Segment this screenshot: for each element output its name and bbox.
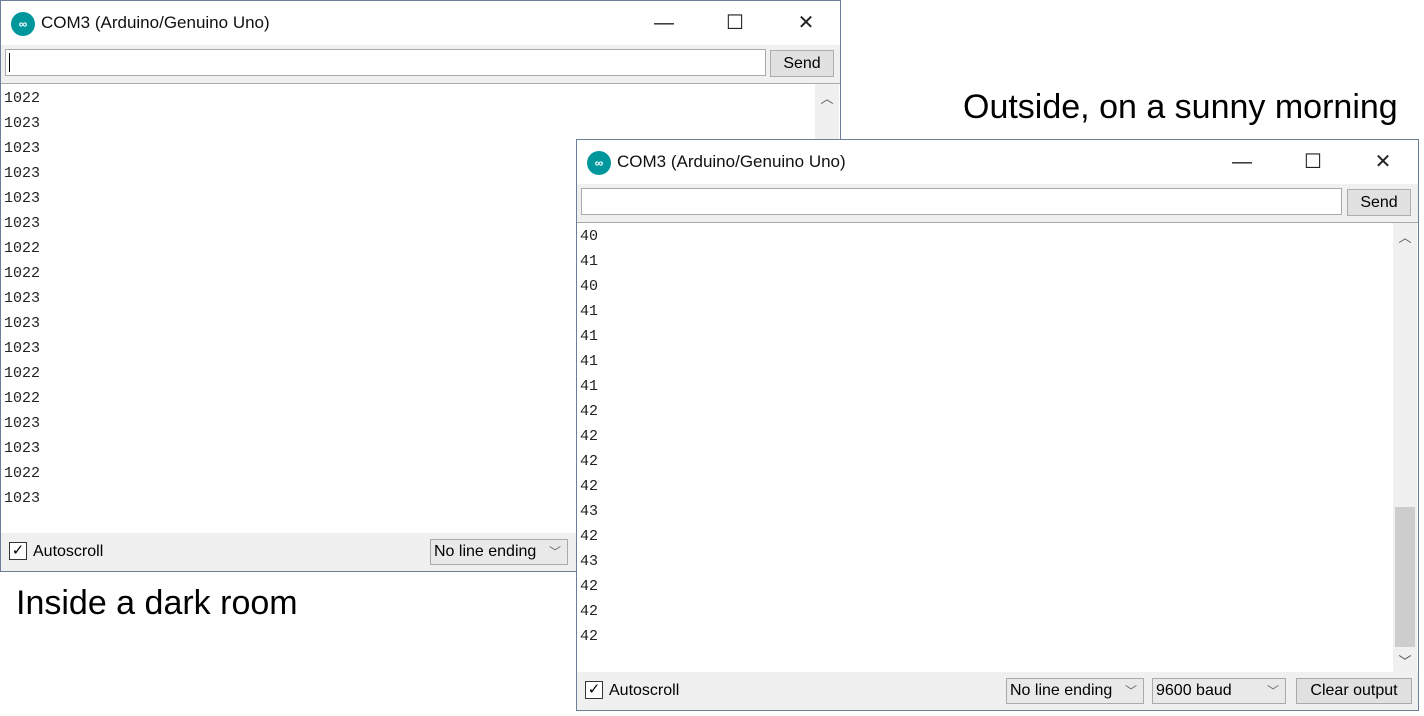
baud-value: 9600 baud <box>1156 682 1232 699</box>
output-line: 42 <box>580 578 599 595</box>
output-line: 41 <box>580 353 599 370</box>
output-line: 42 <box>580 603 599 620</box>
title-bar: ∞ COM3 (Arduino/Genuino Uno) — ☐ ✕ <box>1 1 840 45</box>
line-ending-value: No line ending <box>434 543 537 560</box>
baud-select[interactable]: 9600 baud ﹀ <box>1152 678 1286 704</box>
output-line: 42 <box>580 403 599 420</box>
send-button[interactable]: Send <box>1347 189 1411 216</box>
line-ending-select[interactable]: No line ending ﹀ <box>1006 678 1144 704</box>
output-line: 1022 <box>4 90 41 107</box>
caption-inside: Inside a dark room <box>16 584 298 622</box>
title-bar: ∞ COM3 (Arduino/Genuino Uno) — ☐ ✕ <box>577 140 1418 184</box>
chevron-down-icon: ﹀ <box>1266 684 1279 698</box>
scroll-up-icon[interactable]: ︿ <box>815 88 839 107</box>
window-title: COM3 (Arduino/Genuino Uno) <box>617 152 846 171</box>
line-ending-value: No line ending <box>1010 682 1113 699</box>
autoscroll-label: Autoscroll <box>33 543 104 560</box>
serial-monitor-right: ∞ COM3 (Arduino/Genuino Uno) — ☐ ✕ Send … <box>576 139 1419 711</box>
output-line: 41 <box>580 253 599 270</box>
chevron-down-icon: ﹀ <box>1124 684 1137 698</box>
output-line: 1023 <box>4 115 41 132</box>
chevron-down-icon: ﹀ <box>548 545 561 559</box>
output-line: 42 <box>580 528 599 545</box>
output-line: 41 <box>580 328 599 345</box>
output-line: 41 <box>580 378 599 395</box>
maximize-icon[interactable]: ☐ <box>1290 146 1336 178</box>
caption-outside: Outside, on a sunny morning <box>963 88 1398 126</box>
output-line: 40 <box>580 278 599 295</box>
autoscroll-label: Autoscroll <box>609 682 680 699</box>
output-line: 43 <box>580 553 599 570</box>
window-title: COM3 (Arduino/Genuino Uno) <box>41 13 270 32</box>
clear-output-button[interactable]: Clear output <box>1296 678 1412 704</box>
send-input[interactable] <box>5 49 766 76</box>
send-input[interactable] <box>581 188 1342 215</box>
close-icon[interactable]: ✕ <box>783 7 829 39</box>
output-line: 42 <box>580 428 599 445</box>
minimize-icon[interactable]: — <box>641 7 687 39</box>
send-button[interactable]: Send <box>770 50 834 77</box>
line-ending-select[interactable]: No line ending ﹀ <box>430 539 568 565</box>
scroll-up-icon[interactable]: ︿ <box>1393 227 1417 246</box>
output-line: 42 <box>580 478 599 495</box>
output-line: 41 <box>580 303 599 320</box>
maximize-icon[interactable]: ☐ <box>712 7 758 39</box>
output-line: 42 <box>580 453 599 470</box>
scrollbar[interactable]: ︿ ﹀ <box>1393 223 1417 674</box>
output-line: 40 <box>580 228 599 245</box>
scrollbar-thumb[interactable] <box>1395 507 1415 647</box>
autoscroll-checkbox[interactable]: ✓ <box>585 681 603 699</box>
arduino-logo-icon: ∞ <box>587 151 611 175</box>
autoscroll-checkbox[interactable]: ✓ <box>9 542 27 560</box>
serial-output: 40 41 40 41 41 41 41 42 42 42 42 43 42 43 42 42 42 ︿ ﹀ <box>577 222 1418 675</box>
close-icon[interactable]: ✕ <box>1360 146 1406 178</box>
arduino-logo-icon: ∞ <box>11 12 35 36</box>
output-line: 43 <box>580 503 599 520</box>
scroll-down-icon[interactable]: ﹀ <box>1393 651 1417 670</box>
minimize-icon[interactable]: — <box>1219 146 1265 178</box>
output-line: 42 <box>580 628 599 645</box>
